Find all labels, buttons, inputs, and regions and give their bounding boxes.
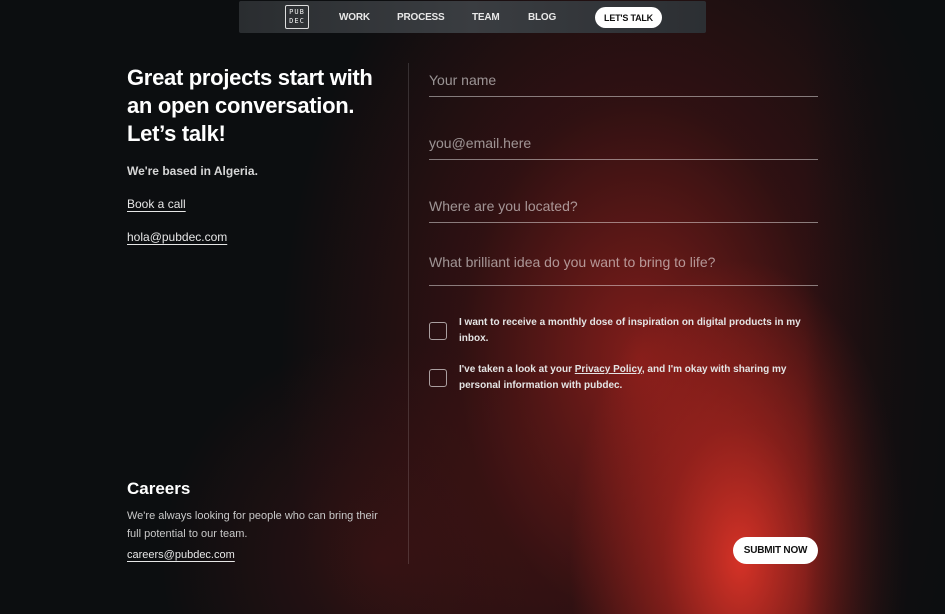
page-title: Great projects start with an open conver… <box>127 65 373 146</box>
careers-text: We're always looking for people who can … <box>127 510 378 540</box>
top-nav: PUB DEC WORK PROCESS TEAM BLOG LET'S TAL… <box>239 1 706 33</box>
submit-button[interactable]: SUBMIT NOW <box>733 537 818 564</box>
background-shade <box>805 0 945 614</box>
careers-title: Careers <box>127 479 191 498</box>
location-text: We're based in Algeria. <box>127 164 258 178</box>
privacy-checkbox[interactable] <box>429 369 447 387</box>
email-input[interactable] <box>429 135 818 160</box>
idea-input[interactable] <box>429 254 818 286</box>
privacy-policy-link[interactable]: Privacy Policy <box>575 364 642 375</box>
contact-email-link[interactable]: hola@pubdec.com <box>127 230 227 244</box>
nav-item-process[interactable]: PROCESS <box>397 12 445 23</box>
name-input[interactable] <box>429 72 818 97</box>
intro-section: Great projects start with an open conver… <box>127 64 397 148</box>
book-call-link[interactable]: Book a call <box>127 197 186 211</box>
nav-item-team[interactable]: TEAM <box>472 12 500 23</box>
careers-email-link[interactable]: careers@pubdec.com <box>127 549 235 561</box>
lets-talk-button[interactable]: LET'S TALK <box>595 7 662 28</box>
nav-item-blog[interactable]: BLOG <box>528 12 556 23</box>
column-divider <box>408 63 409 564</box>
newsletter-label: I want to receive a monthly dose of insp… <box>459 317 801 344</box>
nav-item-work[interactable]: WORK <box>339 12 370 23</box>
pubdec-logo[interactable]: PUB DEC <box>285 5 309 29</box>
location-input[interactable] <box>429 198 818 223</box>
privacy-text-before: I've taken a look at your <box>459 364 575 375</box>
privacy-label: I've taken a look at your Privacy Policy… <box>459 362 804 394</box>
newsletter-checkbox[interactable] <box>429 322 447 340</box>
